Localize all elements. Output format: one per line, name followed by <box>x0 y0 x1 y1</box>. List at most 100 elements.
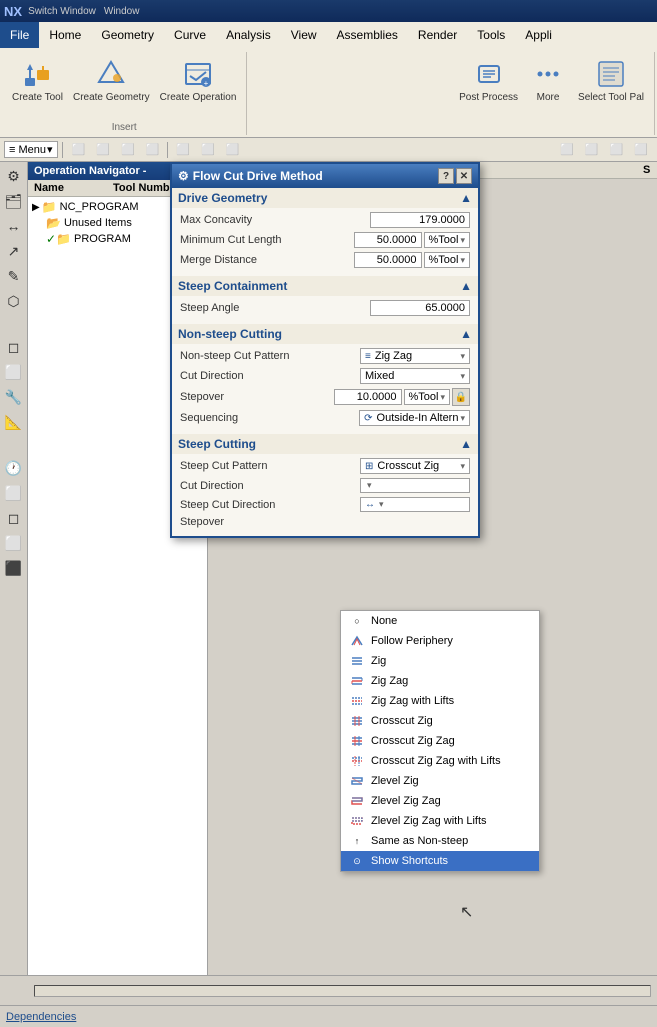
dropdown-item-zig[interactable]: Zig <box>341 651 539 671</box>
dropdown-item-follow-periphery[interactable]: Follow Periphery <box>341 631 539 651</box>
steep-cut-direction-select[interactable]: ▾ <box>360 478 470 493</box>
dropdown-item-crosscut-zigzag-lifts[interactable]: Crosscut Zig Zag with Lifts <box>341 751 539 771</box>
min-cut-length-group: %Tool ▾ <box>354 232 471 248</box>
menu-assemblies[interactable]: Assemblies <box>327 22 408 48</box>
sidebar-icon-10[interactable]: 📐 <box>2 410 26 434</box>
toolbar-right-1[interactable]: ⬜ <box>555 141 579 158</box>
dependencies-link[interactable]: Dependencies <box>6 1011 76 1023</box>
non-steep-pattern-select[interactable]: ≡ Zig Zag ▾ <box>360 348 470 364</box>
steep-cut-pattern-icon: ⊞ <box>365 461 373 472</box>
dialog-close-button[interactable]: ✕ <box>456 168 472 184</box>
menu-analysis[interactable]: Analysis <box>216 22 281 48</box>
switch-window-btn[interactable]: Switch Window <box>28 6 96 17</box>
sidebar-icon-6[interactable]: ⬡ <box>2 289 26 313</box>
none-label: None <box>371 615 531 627</box>
menu-appli[interactable]: Appli <box>515 22 562 48</box>
horizontal-scrollbar[interactable] <box>34 985 651 997</box>
sidebar-icon-2[interactable]: 🗂 <box>2 189 26 213</box>
post-process-button[interactable]: Post Process <box>455 56 522 105</box>
steep-angle-input[interactable] <box>370 300 470 316</box>
sidebar-icon-11[interactable]: 🕐 <box>2 456 26 480</box>
expand-icon: ▶ <box>32 202 40 213</box>
crosscut-zigzag-lifts-icon <box>349 754 365 768</box>
dropdown-item-zlevel-zig-zag[interactable]: Zlevel Zig Zag <box>341 791 539 811</box>
ribbon: Create Tool Create Geometry <box>0 48 657 138</box>
toolbar-icon-6[interactable]: ⬜ <box>196 141 220 158</box>
crosscut-zig-zag-icon <box>349 734 365 748</box>
insert-label: Insert <box>112 122 137 135</box>
sidebar-icon-3[interactable]: ↔ <box>2 214 26 238</box>
drive-geometry-arrow-icon: ▲ <box>460 191 472 205</box>
stepover-row: Stepover %Tool ▾ 🔒 <box>180 388 470 406</box>
sidebar-icon-15[interactable]: ⬛ <box>2 556 26 580</box>
zig-zag-icon <box>349 674 365 688</box>
steep-cut-pattern-value: Crosscut Zig <box>377 460 439 472</box>
zig-icon <box>349 654 365 668</box>
sidebar-icon-8[interactable]: ⬜ <box>2 360 26 384</box>
sequencing-select[interactable]: ⟳ Outside-In Altern ▾ <box>359 410 470 426</box>
stepover-input[interactable] <box>334 389 402 405</box>
steep-cutting-header[interactable]: Steep Cutting ▲ <box>172 434 478 454</box>
sidebar-icon-9[interactable]: 🔧 <box>2 385 26 409</box>
toolbar-right-3[interactable]: ⬜ <box>605 141 629 158</box>
sidebar-icon-4[interactable]: ↗ <box>2 239 26 263</box>
sidebar-icon-14[interactable]: ⬜ <box>2 531 26 555</box>
toolbar-icon-4[interactable]: ⬜ <box>141 141 165 158</box>
drive-geometry-header[interactable]: Drive Geometry ▲ <box>172 188 478 208</box>
sidebar-icon-12[interactable]: ⬜ <box>2 481 26 505</box>
toolbar-icon-1[interactable]: ⬜ <box>67 141 91 158</box>
toolbar-icon-5[interactable]: ⬜ <box>171 141 195 158</box>
menu-tools[interactable]: Tools <box>467 22 515 48</box>
min-cut-length-unit-select[interactable]: %Tool ▾ <box>424 232 471 248</box>
sidebar-icon-7[interactable]: ◻ <box>2 335 26 359</box>
max-concavity-input[interactable] <box>370 212 470 228</box>
menu-render[interactable]: Render <box>408 22 467 48</box>
cut-direction-select[interactable]: Mixed ▾ <box>360 368 470 384</box>
menu-file[interactable]: File <box>0 22 39 48</box>
steep-containment-title: Steep Containment <box>178 279 460 293</box>
window-menu[interactable]: Window <box>104 6 140 17</box>
sidebar-icon-1[interactable]: ⚙ <box>2 164 26 188</box>
stepover-unit-select[interactable]: %Tool ▾ <box>404 389 451 405</box>
select-tool-button[interactable]: Select Tool Pal <box>574 56 648 105</box>
min-cut-length-input[interactable] <box>354 232 422 248</box>
sidebar-icon-5[interactable]: ✎ <box>2 264 26 288</box>
steep-cut-pattern-dropdown: ○ None Follow Periphery Zig Zig Zag <box>340 610 540 872</box>
dropdown-item-zlevel-zigzag-lifts[interactable]: Zlevel Zig Zag with Lifts <box>341 811 539 831</box>
dropdown-item-zig-zag-lifts[interactable]: Zig Zag with Lifts <box>341 691 539 711</box>
dropdown-item-crosscut-zig-zag[interactable]: Crosscut Zig Zag <box>341 731 539 751</box>
toolbar-right-2[interactable]: ⬜ <box>580 141 604 158</box>
non-steep-content: Non-steep Cut Pattern ≡ Zig Zag ▾ Cut Di… <box>172 344 478 434</box>
merge-distance-unit-select[interactable]: %Tool ▾ <box>424 252 471 268</box>
toolbar-icon-3[interactable]: ⬜ <box>116 141 140 158</box>
dropdown-item-zlevel-zig[interactable]: Zlevel Zig <box>341 771 539 791</box>
steep-containment-header[interactable]: Steep Containment ▲ <box>172 276 478 296</box>
menu-view[interactable]: View <box>281 22 327 48</box>
sidebar-icon-13[interactable]: ◻ <box>2 506 26 530</box>
menu-geometry[interactable]: Geometry <box>91 22 164 48</box>
merge-distance-input[interactable] <box>354 252 422 268</box>
create-geometry-button[interactable]: Create Geometry <box>69 56 154 105</box>
post-process-icon <box>473 58 505 90</box>
more-button[interactable]: More <box>524 56 572 105</box>
toolbar-icon-2[interactable]: ⬜ <box>91 141 115 158</box>
dropdown-item-same-as-nonsteep[interactable]: ↑ Same as Non-steep <box>341 831 539 851</box>
dropdown-item-crosscut-zig[interactable]: Crosscut Zig <box>341 711 539 731</box>
dropdown-item-none[interactable]: ○ None <box>341 611 539 631</box>
menu-dropdown[interactable]: ≡ Menu ▾ <box>4 141 58 158</box>
steep-cut-direction2-select[interactable]: ↔ ▾ <box>360 497 470 512</box>
stepover-unit-label: %Tool <box>409 391 439 403</box>
menu-curve[interactable]: Curve <box>164 22 216 48</box>
dropdown-item-zig-zag[interactable]: Zig Zag <box>341 671 539 691</box>
non-steep-header[interactable]: Non-steep Cutting ▲ <box>172 324 478 344</box>
toolbar-right-4[interactable]: ⬜ <box>629 141 653 158</box>
create-operation-button[interactable]: + Create Operation <box>156 56 241 105</box>
steep-cut-pattern-select[interactable]: ⊞ Crosscut Zig ▾ <box>360 458 470 474</box>
toolbar-icon-7[interactable]: ⬜ <box>221 141 245 158</box>
dialog-help-button[interactable]: ? <box>438 168 454 184</box>
steep-cut-direction2-icon: ↔ <box>365 499 375 510</box>
menu-home[interactable]: Home <box>39 22 91 48</box>
dropdown-item-show-shortcuts[interactable]: ⊙ Show Shortcuts <box>341 851 539 871</box>
stepover-lock-button[interactable]: 🔒 <box>452 388 470 406</box>
create-tool-button[interactable]: Create Tool <box>8 56 67 105</box>
